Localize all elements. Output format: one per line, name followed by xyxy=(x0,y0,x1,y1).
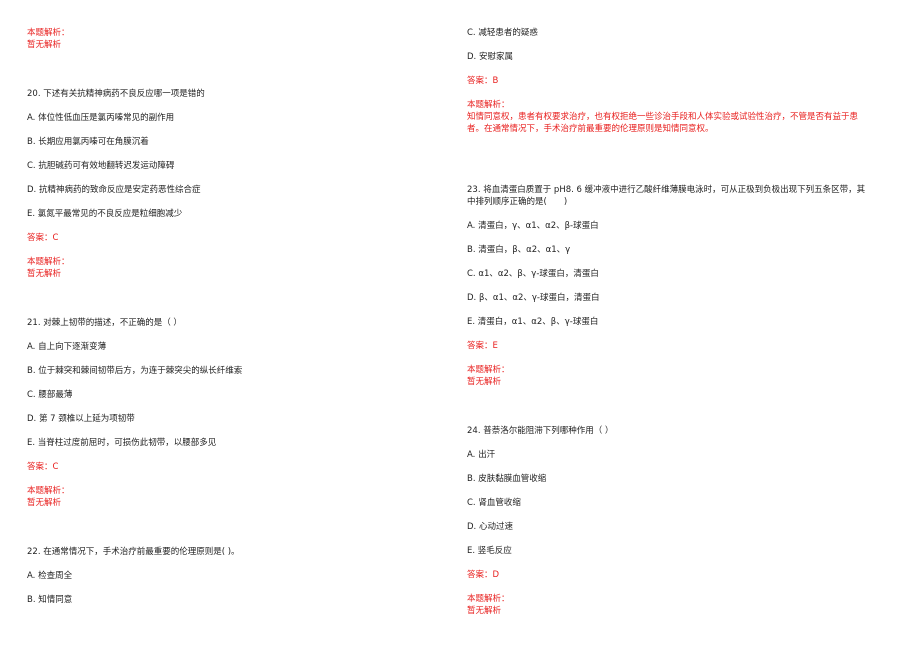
question-20-option-a: A. 体位性低血压是氯丙嗪常见的副作用 xyxy=(27,113,175,123)
question-22-answer: 答案：B xyxy=(467,76,499,86)
question-21-answer: 答案：C xyxy=(27,462,59,472)
question-23-stem-line-1: 23. 将血清蛋白质置于 pH8. 6 缓冲液中进行乙酸纤维薄膜电泳时，可从正极… xyxy=(467,185,866,195)
question-21-option-d: D. 第 7 颈椎以上延为项韧带 xyxy=(27,414,135,424)
question-23-option-a: A. 清蛋白，γ、α1、α2、β-球蛋白 xyxy=(467,221,599,231)
question-20-analysis: 暂无解析 xyxy=(27,269,62,279)
question-24-option-a: A. 出汗 xyxy=(467,450,496,460)
question-20-option-b: B. 长期应用氯丙嗪可在角膜沉着 xyxy=(27,137,149,147)
question-23-analysis-title: 本题解析： xyxy=(467,365,510,375)
question-20-option-d: D. 抗精神病药的致命反应是安定药恶性综合症 xyxy=(27,185,201,195)
question-20-option-e: E. 氯氮平最常见的不良反应是粒细胞减少 xyxy=(27,209,183,219)
prev-analysis-text: 暂无解析 xyxy=(27,40,62,50)
question-24-option-d: D. 心动过速 xyxy=(467,522,513,532)
question-23-analysis: 暂无解析 xyxy=(467,377,502,387)
question-24-option-e: E. 竖毛反应 xyxy=(467,546,512,556)
question-24-answer: 答案：D xyxy=(467,570,500,580)
question-22-analysis-line-1: 知情同意权，患者有权要求治疗，也有权拒绝一些诊治手段和人体实验或试验性治疗，不管… xyxy=(467,112,859,122)
question-22-option-a: A. 检查周全 xyxy=(27,571,73,581)
question-21-analysis: 暂无解析 xyxy=(27,498,62,508)
prev-analysis-title: 本题解析： xyxy=(27,28,70,38)
question-20-analysis-title: 本题解析： xyxy=(27,257,70,267)
question-24-analysis: 暂无解析 xyxy=(467,606,502,616)
question-23-answer: 答案：E xyxy=(467,341,498,351)
question-21-option-b: B. 位于棘突和棘间韧带后方，为连于棘突尖的纵长纤维索 xyxy=(27,366,243,376)
question-22-option-c: C. 减轻患者的疑惑 xyxy=(467,28,538,38)
question-23-option-d: D. β、α1、α2、γ-球蛋白，清蛋白 xyxy=(467,293,600,303)
question-22-analysis-line-2: 者。在通常情况下，手术治疗前最重要的伦理原则是知情同意权。 xyxy=(467,124,714,134)
question-22-stem: 22. 在通常情况下，手术治疗前最重要的伦理原则是( )。 xyxy=(27,547,240,557)
question-21-option-c: C. 腰部最薄 xyxy=(27,390,73,400)
question-21-stem: 21. 对棘上韧带的描述，不正确的是（ ） xyxy=(27,318,182,328)
question-22-option-b: B. 知情同意 xyxy=(27,595,73,605)
question-20-answer: 答案：C xyxy=(27,233,59,243)
question-24-option-c: C. 肾血管收缩 xyxy=(467,498,521,508)
question-21-option-a: A. 自上向下逐渐变薄 xyxy=(27,342,107,352)
question-21-option-e: E. 当脊柱过度前屈时，可损伤此韧带，以腰部多见 xyxy=(27,438,217,448)
question-23-stem-line-2: 中排列顺序正确的是( ) xyxy=(467,197,568,207)
question-23-option-c: C. α1、α2、β、γ-球蛋白，清蛋白 xyxy=(467,269,599,279)
question-23-option-e: E. 清蛋白，α1、α2、β、γ-球蛋白 xyxy=(467,317,599,327)
question-22-analysis-title: 本题解析： xyxy=(467,100,510,110)
question-21-analysis-title: 本题解析： xyxy=(27,486,70,496)
question-24-analysis-title: 本题解析： xyxy=(467,594,510,604)
question-20-option-c: C. 抗胆碱药可有效地翻转迟发运动障碍 xyxy=(27,161,175,171)
question-23-option-b: B. 清蛋白，β、α2、α1、γ xyxy=(467,245,571,255)
question-24-option-b: B. 皮肤黏膜血管收缩 xyxy=(467,474,547,484)
question-24-stem: 24. 普萘洛尔能阻滞下列哪种作用（ ） xyxy=(467,426,614,436)
question-20-stem: 20. 下述有关抗精神病药不良反应哪一项是错的 xyxy=(27,89,205,99)
question-22-option-d: D. 安慰家属 xyxy=(467,52,513,62)
